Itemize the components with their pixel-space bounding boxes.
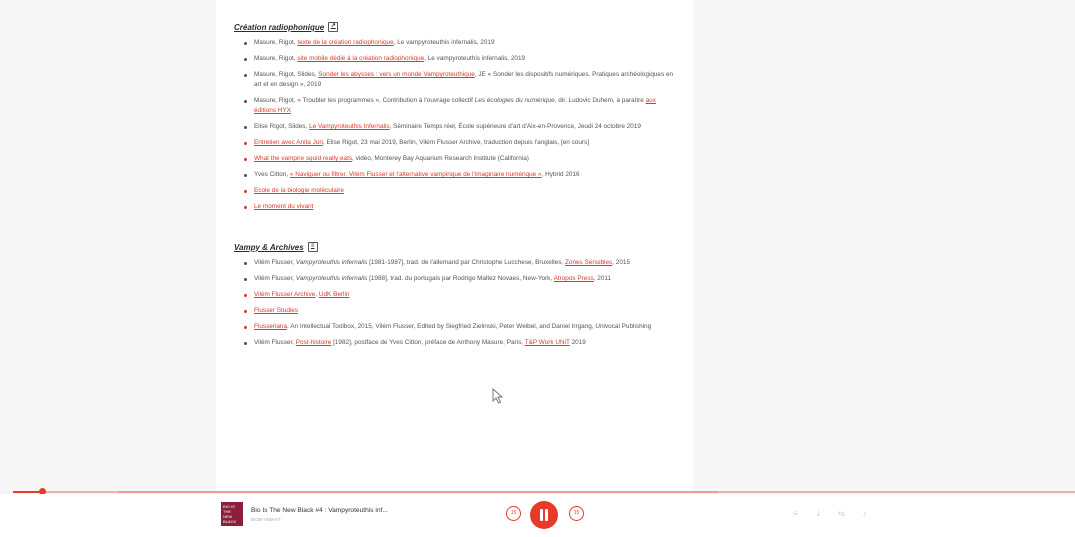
reference-link[interactable]: site mobile dédié à la création radiopho…	[297, 55, 424, 62]
reference-link[interactable]: What the vampire squid really eats	[254, 155, 352, 162]
list-item: Flusser Studies	[234, 306, 679, 316]
list-item: Elise Rigot, Slides, Le Vampyroteuthis I…	[234, 122, 679, 132]
reference-link[interactable]: Zones Sensibles	[565, 259, 612, 266]
podcast-cover-image[interactable]: BIO IS THE NEW BLACK	[221, 502, 243, 526]
rewind-15-button[interactable]: 15	[506, 506, 521, 521]
right-gutter	[693, 0, 1075, 492]
section-title-text: Vampy & Archives	[234, 242, 304, 252]
reference-link[interactable]: Post-histoire	[296, 339, 332, 346]
document-icon: ≡	[307, 242, 318, 252]
list-item: Entretien avec Anita Jori, Elise Rigot, …	[234, 138, 679, 148]
list-item: Masure, Rigot, « Troubler les programmes…	[234, 96, 679, 116]
reference-link[interactable]: Le moment du vivant	[254, 203, 313, 210]
list-item: Vilém Flusser, Vampyroteuthis infernalis…	[234, 274, 679, 284]
section-title-archives: Vampy & Archives ≡	[234, 242, 679, 252]
reference-link[interactable]: Le Vampyroteuthis Infernalis	[309, 123, 390, 130]
pause-button[interactable]	[530, 501, 558, 529]
share-icon[interactable]: ⇆	[836, 508, 847, 519]
list-item: Masure, Rigot, texte de la création radi…	[234, 38, 679, 48]
download-icon[interactable]: ⤓	[813, 508, 824, 519]
left-gutter	[0, 0, 216, 492]
document-page: Création radiophonique ↗ Masure, Rigot, …	[216, 0, 693, 492]
playlist-icon[interactable]: ≡	[790, 508, 801, 519]
list-item: Ecole de la biologie moléculaire	[234, 186, 679, 196]
external-link-icon: ↗	[328, 22, 339, 32]
track-title[interactable]: Bio Is The New Black #4 : Vampyroteuthis…	[251, 507, 388, 514]
reference-link[interactable]: Ecole de la biologie moléculaire	[254, 187, 344, 194]
reference-list-archives: Vilém Flusser, Vampyroteuthis infernalis…	[234, 258, 679, 348]
reference-link[interactable]: Vilém Flusser Archive	[254, 291, 315, 298]
reference-link[interactable]: texte de la création radiophonique	[297, 39, 393, 46]
list-item: Yves Citton, « Naviguer ou filtrer. Vilé…	[234, 170, 679, 180]
reference-link[interactable]: T&P Work UNiT	[525, 339, 570, 346]
section-title-creation: Création radiophonique ↗	[234, 22, 679, 32]
reference-link[interactable]: Flusseriana	[254, 323, 287, 330]
list-item: Masure, Rigot, site mobile dédié à la cr…	[234, 54, 679, 64]
list-item: Masure, Rigot, Slides, Sonder les abysse…	[234, 70, 679, 90]
document-content: Création radiophonique ↗ Masure, Rigot, …	[234, 22, 679, 354]
reference-link[interactable]: Sonder les abysses : vers un monde Vampy…	[318, 71, 475, 78]
buffer-bar	[118, 491, 718, 493]
reference-link[interactable]: « Naviguer ou filtrer. Vilém Flusser et …	[290, 171, 542, 178]
list-item: Flusseriana, An Intellectual Toolbox, 20…	[234, 322, 679, 332]
forward-15-button[interactable]: 15	[569, 506, 584, 521]
volume-icon[interactable]: ♪	[859, 508, 870, 519]
list-item: What the vampire squid really eats, vidé…	[234, 154, 679, 164]
track-subtitle: BIOB-VNM-KT	[251, 517, 282, 522]
list-item: Vilém Flusser, Vampyroteuthis infernalis…	[234, 258, 679, 268]
reference-link[interactable]: Atropos Press	[554, 275, 594, 282]
mouse-cursor-icon	[492, 388, 504, 404]
reference-link[interactable]: Entretien avec Anita Jori	[254, 139, 323, 146]
section-title-text: Création radiophonique	[234, 22, 325, 32]
player-extra-controls: ≡ ⤓ ⇆ ♪	[790, 508, 870, 519]
reference-list-creation: Masure, Rigot, texte de la création radi…	[234, 38, 679, 212]
list-item: Le moment du vivant	[234, 202, 679, 212]
list-item: Vilém Flusser, Post-histoire [1982], pos…	[234, 338, 679, 348]
list-item: Vilém Flusser Archive, UdK Berlin	[234, 290, 679, 300]
progress-fill	[13, 491, 42, 493]
reference-link[interactable]: UdK Berlin	[319, 291, 350, 298]
reference-link[interactable]: Flusser Studies	[254, 307, 298, 314]
